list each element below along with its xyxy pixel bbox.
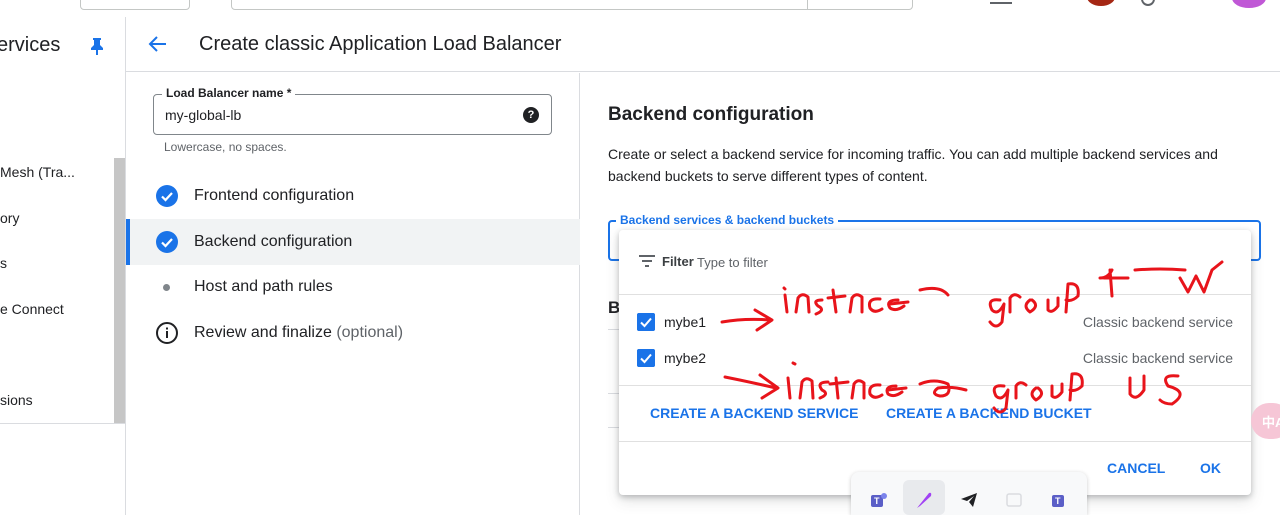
step-review-and-finalize[interactable]: Review and finalize (optional): [126, 310, 580, 356]
svg-text:T: T: [874, 496, 880, 506]
translate-icon: 中A: [1262, 415, 1280, 430]
page-header: Create classic Application Load Balancer: [126, 17, 1280, 72]
create-backend-service-button[interactable]: CREATE A BACKEND SERVICE: [650, 405, 858, 421]
create-backend-bucket-button[interactable]: CREATE A BACKEND BUCKET: [886, 405, 1092, 421]
step-label: Frontend configuration: [194, 187, 355, 204]
sidebar-item-s[interactable]: s: [0, 255, 7, 271]
window-icon[interactable]: [1004, 490, 1024, 510]
name-field-hint: Lowercase, no spaces.: [164, 140, 287, 154]
teams-icon-alt[interactable]: T: [1049, 490, 1069, 510]
step-backend-configuration[interactable]: Backend configuration: [126, 219, 580, 265]
translate-bubble[interactable]: 中A: [1251, 403, 1280, 439]
back-arrow-icon[interactable]: [146, 33, 168, 55]
steps-panel: Load Balancer name * my-global-lb ? Lowe…: [126, 73, 580, 515]
svg-text:T: T: [1055, 496, 1061, 506]
checkbox-checked-icon[interactable]: [637, 349, 655, 367]
search-divider: [807, 0, 808, 10]
filter-input[interactable]: [697, 252, 947, 272]
check-circle-icon: [156, 231, 178, 253]
sidebar-item-ory[interactable]: ory: [0, 210, 19, 226]
cancel-button[interactable]: CANCEL: [1107, 460, 1165, 476]
notifications-icon[interactable]: [990, 0, 1012, 4]
step-label: Backend configuration: [194, 233, 353, 250]
sidebar-divider: [0, 423, 125, 424]
check-circle-icon: [156, 185, 178, 207]
section-description: Create or select a backend service for i…: [608, 146, 1218, 184]
bullet-icon: [163, 284, 170, 291]
sidebar-item-sions[interactable]: sions: [0, 392, 33, 408]
section-title: Backend configuration: [608, 104, 814, 125]
filter-row: Filter: [619, 230, 1251, 295]
option-type: Classic backend service: [1082, 314, 1233, 330]
step-label: Review and finalize (optional): [194, 324, 403, 342]
option-name: mybe1: [664, 314, 707, 330]
avatar[interactable]: [1087, 0, 1115, 6]
step-label: Host and path rules: [194, 278, 333, 295]
step-frontend-configuration[interactable]: Frontend configuration: [126, 173, 580, 219]
step-host-and-path-rules[interactable]: Host and path rules: [126, 264, 580, 310]
step-label-text: Review and finalize: [194, 324, 332, 341]
project-selector[interactable]: [80, 0, 190, 10]
name-field-value[interactable]: my-global-lb: [165, 107, 241, 123]
info-icon: [156, 322, 178, 344]
teams-icon[interactable]: T: [869, 490, 889, 510]
option-type: Classic backend service: [1082, 350, 1233, 366]
filter-icon: [639, 255, 655, 267]
option-mybe2[interactable]: mybe2 Classic backend service: [619, 341, 1251, 377]
top-bar: [0, 0, 1280, 16]
sidebar-item-mesh[interactable]: Mesh (Tra...: [0, 164, 75, 180]
backend-select-label: Backend services & backend buckets: [616, 213, 839, 227]
load-balancer-name-field[interactable]: Load Balancer name * my-global-lb ?: [153, 86, 552, 135]
account-avatar[interactable]: [1232, 0, 1266, 8]
feather-pen-icon[interactable]: [914, 490, 934, 510]
ok-button[interactable]: OK: [1200, 460, 1221, 476]
search-bar[interactable]: [231, 0, 913, 10]
name-field-label: Load Balancer name *: [162, 86, 296, 100]
telegram-icon[interactable]: [959, 490, 979, 510]
help-icon[interactable]: ?: [523, 107, 539, 123]
option-name: mybe2: [664, 350, 707, 366]
help-icon-top[interactable]: [1141, 0, 1155, 6]
sidebar-item-connect[interactable]: e Connect: [0, 301, 64, 317]
active-step-indicator: [126, 219, 130, 265]
floating-taskbar: T T: [851, 472, 1087, 515]
divider: [619, 441, 1251, 442]
divider: [619, 385, 1251, 386]
pin-icon[interactable]: [90, 37, 104, 55]
step-optional-suffix: (optional): [336, 324, 404, 341]
backend-dropdown-popup: Filter mybe1 Classic backend service myb…: [619, 230, 1251, 495]
filter-label: Filter: [662, 254, 694, 269]
sidebar-title: ervices: [0, 34, 61, 56]
sidebar-scrollbar[interactable]: [114, 158, 125, 423]
sidebar: ervices Mesh (Tra... ory s e Connect sio…: [0, 17, 126, 515]
page-title: Create classic Application Load Balancer: [199, 33, 562, 55]
option-mybe1[interactable]: mybe1 Classic backend service: [619, 305, 1251, 341]
checkbox-checked-icon[interactable]: [637, 313, 655, 331]
